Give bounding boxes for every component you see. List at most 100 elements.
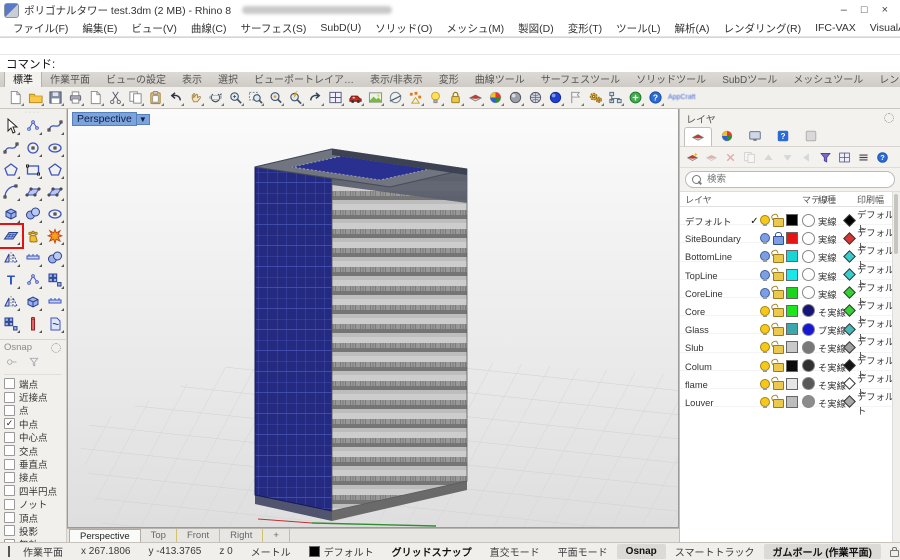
layer-row[interactable]: デフォルト ✓ 実線 デフォルト: [680, 207, 900, 225]
extract-surface-tool-icon[interactable]: [22, 225, 44, 247]
cplane-icon[interactable]: [386, 89, 404, 107]
move-down-button[interactable]: [779, 149, 795, 165]
undo-view-icon[interactable]: [306, 89, 324, 107]
menu-item[interactable]: 解析(A): [667, 21, 716, 36]
hide-show-icon[interactable]: [426, 89, 444, 107]
paste-icon[interactable]: [146, 89, 164, 107]
layer-color-swatch[interactable]: [786, 287, 798, 299]
zoom-window-icon[interactable]: [266, 89, 284, 107]
checkbox[interactable]: ✓: [4, 405, 15, 416]
menu-item[interactable]: メッシュ(M): [439, 21, 511, 36]
flow-tool-icon[interactable]: [44, 313, 66, 335]
plane-surface-tool-icon[interactable]: [0, 225, 22, 247]
osnap-option[interactable]: ✓ 交点: [4, 444, 66, 457]
menu-item[interactable]: VisualARQ: [863, 22, 900, 34]
viewport-canvas[interactable]: [68, 109, 679, 528]
checkbox[interactable]: ✓: [4, 525, 15, 536]
layer-lock-icon[interactable]: [773, 236, 784, 245]
osnap-gear-icon[interactable]: [51, 343, 61, 353]
layer-material-icon[interactable]: [802, 323, 815, 336]
toolbar-tab[interactable]: サーフェスツール: [533, 72, 628, 87]
curve-tool-icon[interactable]: [0, 137, 22, 159]
viewport-tab[interactable]: Right: [220, 529, 263, 542]
toolbar-tab[interactable]: 曲線ツール: [467, 72, 533, 87]
command-input[interactable]: コマンド:: [0, 54, 900, 72]
menu-item[interactable]: 編集(E): [75, 21, 124, 36]
layer-linetype[interactable]: 実線: [818, 287, 845, 301]
cut-icon[interactable]: [106, 89, 124, 107]
background-image-icon[interactable]: [366, 89, 384, 107]
new-sublayer-button[interactable]: [703, 149, 719, 165]
named-view-icon[interactable]: [346, 89, 364, 107]
delete-layer-button[interactable]: [722, 149, 738, 165]
toolbar-tab[interactable]: SubDツール: [714, 72, 785, 87]
move-left-button[interactable]: [798, 149, 814, 165]
menu-item[interactable]: 変形(T): [561, 21, 609, 36]
osnap-track-icon[interactable]: [6, 356, 18, 371]
layer-name[interactable]: Glass: [685, 325, 749, 335]
pan-icon[interactable]: [186, 89, 204, 107]
cplane-indicator-icon[interactable]: [8, 546, 10, 557]
layer-linetype[interactable]: そ実線: [818, 305, 845, 319]
osnap-option[interactable]: ✓ 近接点: [4, 390, 66, 403]
layer-color-swatch[interactable]: [786, 323, 798, 335]
viewport-label[interactable]: Perspective ▼: [72, 112, 150, 126]
array-tool-icon[interactable]: [44, 269, 66, 291]
flag-icon[interactable]: [566, 89, 584, 107]
status-toggle[interactable]: Osnap: [617, 544, 666, 559]
status-field[interactable]: z 0: [210, 544, 241, 559]
status-toggle[interactable]: スマートトラック: [666, 544, 764, 559]
layer-color-swatch[interactable]: [786, 360, 798, 372]
osnap-option[interactable]: ✓ 接点: [4, 471, 66, 484]
explode-tool-icon[interactable]: [44, 225, 66, 247]
osnap-option[interactable]: ✓ 頂点: [4, 511, 66, 524]
layer-lock-icon[interactable]: [773, 381, 784, 390]
layer-linetype[interactable]: 実線: [818, 214, 845, 228]
layer-material-icon[interactable]: [802, 304, 815, 317]
viewport-tab[interactable]: +: [263, 529, 290, 542]
menu-item[interactable]: レンダリング(R): [716, 21, 808, 36]
sphere-tool-icon[interactable]: [22, 203, 44, 225]
rendered-view-icon[interactable]: [546, 89, 564, 107]
layer-lock-icon[interactable]: [773, 327, 784, 336]
layer-linetype[interactable]: ブ実線: [818, 323, 845, 337]
columns-button[interactable]: [836, 149, 852, 165]
viewport-tab[interactable]: Top: [141, 529, 177, 542]
osnap-option[interactable]: ✓ 投影: [4, 524, 66, 537]
filter-button[interactable]: [817, 149, 833, 165]
misc-panel-tab[interactable]: [798, 127, 824, 145]
layer-material-icon[interactable]: [802, 232, 815, 245]
layer-visibility-bulb-icon[interactable]: [760, 397, 770, 407]
status-toggle[interactable]: グリッドスナップ: [383, 544, 481, 559]
menu-item[interactable]: ソリッド(O): [368, 21, 439, 36]
toolbar-tab[interactable]: 選択: [210, 72, 246, 87]
menu-item[interactable]: SubD(U): [313, 22, 368, 34]
undo-icon[interactable]: [166, 89, 184, 107]
panel-scrollbar[interactable]: [892, 192, 900, 542]
toolbar-tab[interactable]: ビューの設定: [98, 72, 174, 87]
layer-lock-icon[interactable]: [773, 345, 784, 354]
status-field[interactable]: デフォルト: [300, 544, 383, 559]
layer-color-swatch[interactable]: [786, 269, 798, 281]
layer-lock-icon[interactable]: [773, 308, 784, 317]
grid-array-tool-icon[interactable]: [0, 313, 22, 335]
text-tool-icon[interactable]: [0, 269, 22, 291]
layer-visibility-bulb-icon[interactable]: [760, 215, 770, 225]
osnap-option[interactable]: ✓ 端点: [4, 377, 66, 390]
box-edit-tool-icon[interactable]: [22, 291, 44, 313]
new-file-icon[interactable]: [6, 89, 24, 107]
toolbar-tab[interactable]: ビューポートレイア…: [246, 72, 362, 87]
save-icon[interactable]: [46, 89, 64, 107]
layer-material-icon[interactable]: [802, 268, 815, 281]
layer-name[interactable]: Louver: [685, 398, 749, 408]
viewport[interactable]: Perspective ▼: [67, 109, 679, 528]
panel-gear-icon[interactable]: [884, 113, 894, 123]
arc-tool-icon[interactable]: [0, 181, 22, 203]
rotate-view-icon[interactable]: [206, 89, 224, 107]
layer-linetype[interactable]: そ実線: [818, 396, 845, 410]
layer-visibility-bulb-icon[interactable]: [760, 306, 770, 316]
status-field[interactable]: メートル: [242, 544, 300, 559]
layer-linetype[interactable]: そ実線: [818, 341, 845, 355]
ellipse-tool-icon[interactable]: [44, 137, 66, 159]
status-toggle[interactable]: 自動作業平面 (オブジェクト): [881, 544, 900, 559]
